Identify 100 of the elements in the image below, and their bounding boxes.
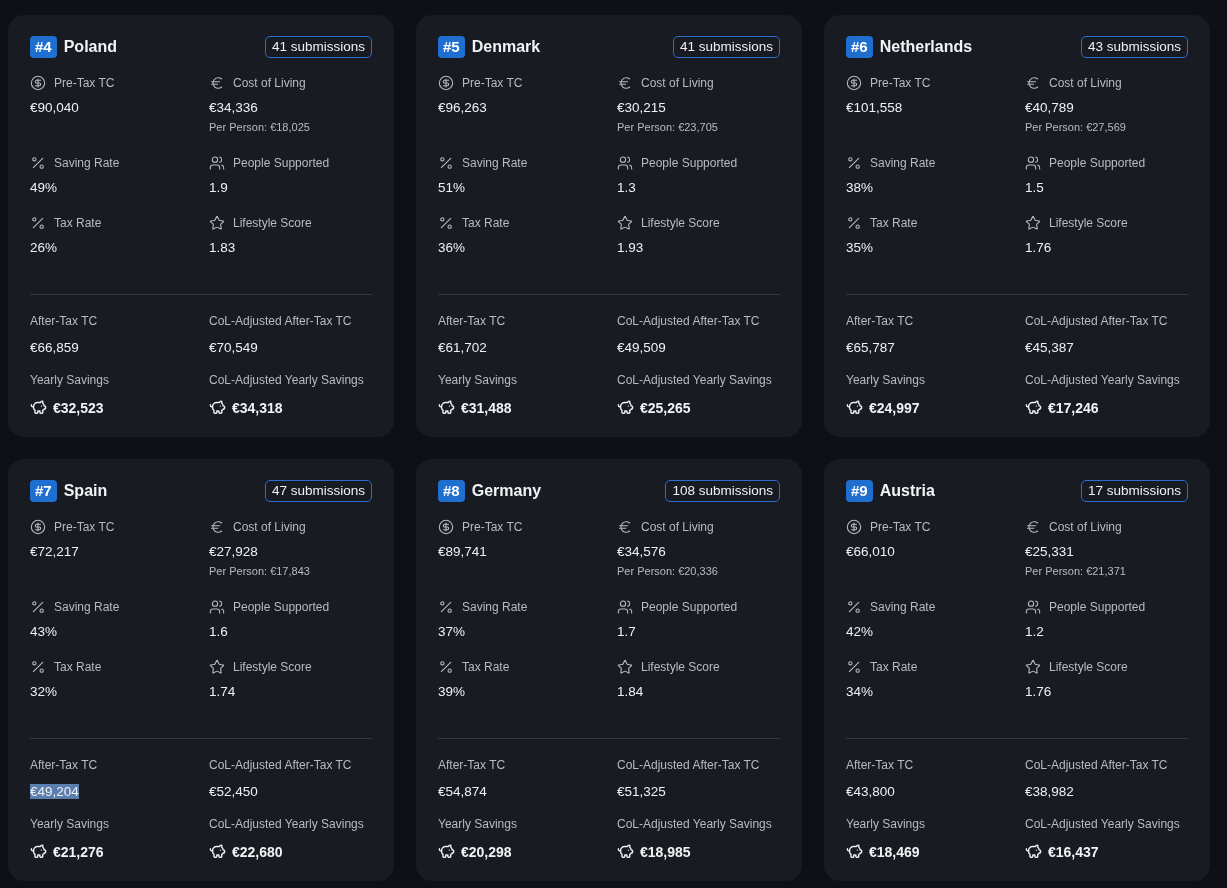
result-label: CoL-Adjusted Yearly Savings: [1025, 373, 1181, 389]
per-person-note: Per Person: €20,336: [617, 565, 719, 577]
people-icon: [617, 599, 633, 615]
result-value: €51,325: [617, 784, 666, 799]
people-icon: [209, 599, 225, 615]
metric-label: Lifestyle Score: [233, 660, 312, 674]
metric-value: 1.84: [617, 684, 644, 699]
metric-label: People Supported: [1049, 156, 1146, 170]
star-icon: [617, 215, 633, 231]
metric-label: Pre-Tax TC: [54, 520, 115, 534]
metric-value: 37%: [438, 624, 466, 639]
savings-value: €24,997: [869, 399, 920, 416]
country-name: Denmark: [471, 38, 541, 56]
star-icon: [209, 659, 225, 675]
metric-value: €40,789: [1025, 100, 1074, 115]
result-label: After-Tax TC: [846, 314, 915, 330]
dollar-icon: [438, 519, 454, 535]
metric-value: €96,263: [438, 100, 487, 115]
piggy-bank-icon: [617, 843, 634, 860]
metric-label: Tax Rate: [54, 216, 102, 230]
result-value: €66,859: [30, 340, 79, 355]
per-person-note: Per Person: €27,569: [1025, 121, 1127, 133]
euro-icon: [1025, 75, 1041, 91]
metric-value: €25,331: [1025, 544, 1074, 559]
result-label: CoL-Adjusted Yearly Savings: [209, 373, 365, 389]
result-label: Yearly Savings: [438, 817, 518, 833]
result-label: Yearly Savings: [30, 817, 110, 833]
per-person-note: Per Person: €18,025: [209, 121, 311, 133]
metric-value: 34%: [846, 684, 874, 699]
metric-label: Cost of Living: [233, 520, 306, 534]
metric-label: Pre-Tax TC: [462, 76, 523, 90]
result-label: CoL-Adjusted After-Tax TC: [209, 314, 353, 330]
submissions-badge: 41 submissions: [264, 36, 372, 58]
percent-icon: [438, 599, 454, 615]
result-label: Yearly Savings: [30, 373, 110, 389]
metric-value: 1.7: [617, 624, 636, 639]
metric-value: 51%: [438, 180, 466, 195]
percent-icon: [846, 599, 862, 615]
metric-value: 1.74: [209, 684, 236, 699]
metric-label: Cost of Living: [1049, 520, 1122, 534]
result-label: CoL-Adjusted Yearly Savings: [617, 373, 773, 389]
star-icon: [617, 659, 633, 675]
per-person-note: Per Person: €23,705: [617, 121, 719, 133]
result-label: CoL-Adjusted After-Tax TC: [617, 314, 761, 330]
result-value: €38,982: [1025, 784, 1074, 799]
star-icon: [1025, 659, 1041, 675]
star-icon: [209, 215, 225, 231]
metric-label: Cost of Living: [233, 76, 306, 90]
people-icon: [209, 155, 225, 171]
metric-label: Saving Rate: [54, 600, 120, 614]
piggy-bank-icon: [846, 399, 863, 416]
metric-value: 1.9: [209, 180, 228, 195]
metric-value: 26%: [30, 240, 58, 255]
savings-value: €21,276: [53, 843, 104, 860]
percent-icon: [30, 155, 46, 171]
result-value: €45,387: [1025, 340, 1074, 355]
metric-label: Lifestyle Score: [1049, 216, 1128, 230]
country-name: Poland: [63, 38, 118, 56]
euro-icon: [617, 519, 633, 535]
metric-label: Saving Rate: [870, 600, 936, 614]
savings-value: €18,469: [869, 843, 920, 860]
metric-label: Tax Rate: [462, 660, 510, 674]
metric-value: 1.5: [1025, 180, 1044, 195]
percent-icon: [846, 155, 862, 171]
submissions-badge: 17 submissions: [1080, 480, 1188, 502]
piggy-bank-icon: [209, 399, 226, 416]
dollar-icon: [30, 75, 46, 91]
savings-value: €18,985: [640, 843, 691, 860]
metric-value: 1.6: [209, 624, 228, 639]
savings-value: €25,265: [640, 399, 691, 416]
metric-value: 1.76: [1025, 684, 1052, 699]
result-label: CoL-Adjusted After-Tax TC: [617, 758, 761, 774]
result-value: €70,549: [209, 340, 258, 355]
savings-value: €16,437: [1048, 843, 1099, 860]
submissions-badge: 108 submissions: [665, 480, 780, 502]
metric-label: Tax Rate: [870, 660, 918, 674]
metric-label: Lifestyle Score: [641, 660, 720, 674]
euro-icon: [209, 75, 225, 91]
rank-badge: #4: [30, 36, 57, 58]
rank-badge: #8: [438, 480, 465, 502]
dollar-icon: [846, 75, 862, 91]
metric-label: Cost of Living: [1049, 76, 1122, 90]
result-label: CoL-Adjusted After-Tax TC: [1025, 758, 1169, 774]
metric-label: Cost of Living: [641, 76, 714, 90]
result-value: €49,204: [30, 784, 79, 799]
metric-label: People Supported: [641, 156, 738, 170]
metric-label: Cost of Living: [641, 520, 714, 534]
submissions-badge: 41 submissions: [672, 36, 780, 58]
result-value: €65,787: [846, 340, 895, 355]
savings-value: €32,523: [53, 399, 104, 416]
per-person-note: Per Person: €17,843: [209, 565, 311, 577]
metric-label: Lifestyle Score: [1049, 660, 1128, 674]
piggy-bank-icon: [438, 843, 455, 860]
country-name: Germany: [471, 482, 542, 500]
metric-label: People Supported: [641, 600, 738, 614]
percent-icon: [30, 659, 46, 675]
result-label: Yearly Savings: [846, 817, 926, 833]
submissions-badge: 43 submissions: [1080, 36, 1188, 58]
star-icon: [1025, 215, 1041, 231]
metric-value: €101,558: [846, 100, 903, 115]
